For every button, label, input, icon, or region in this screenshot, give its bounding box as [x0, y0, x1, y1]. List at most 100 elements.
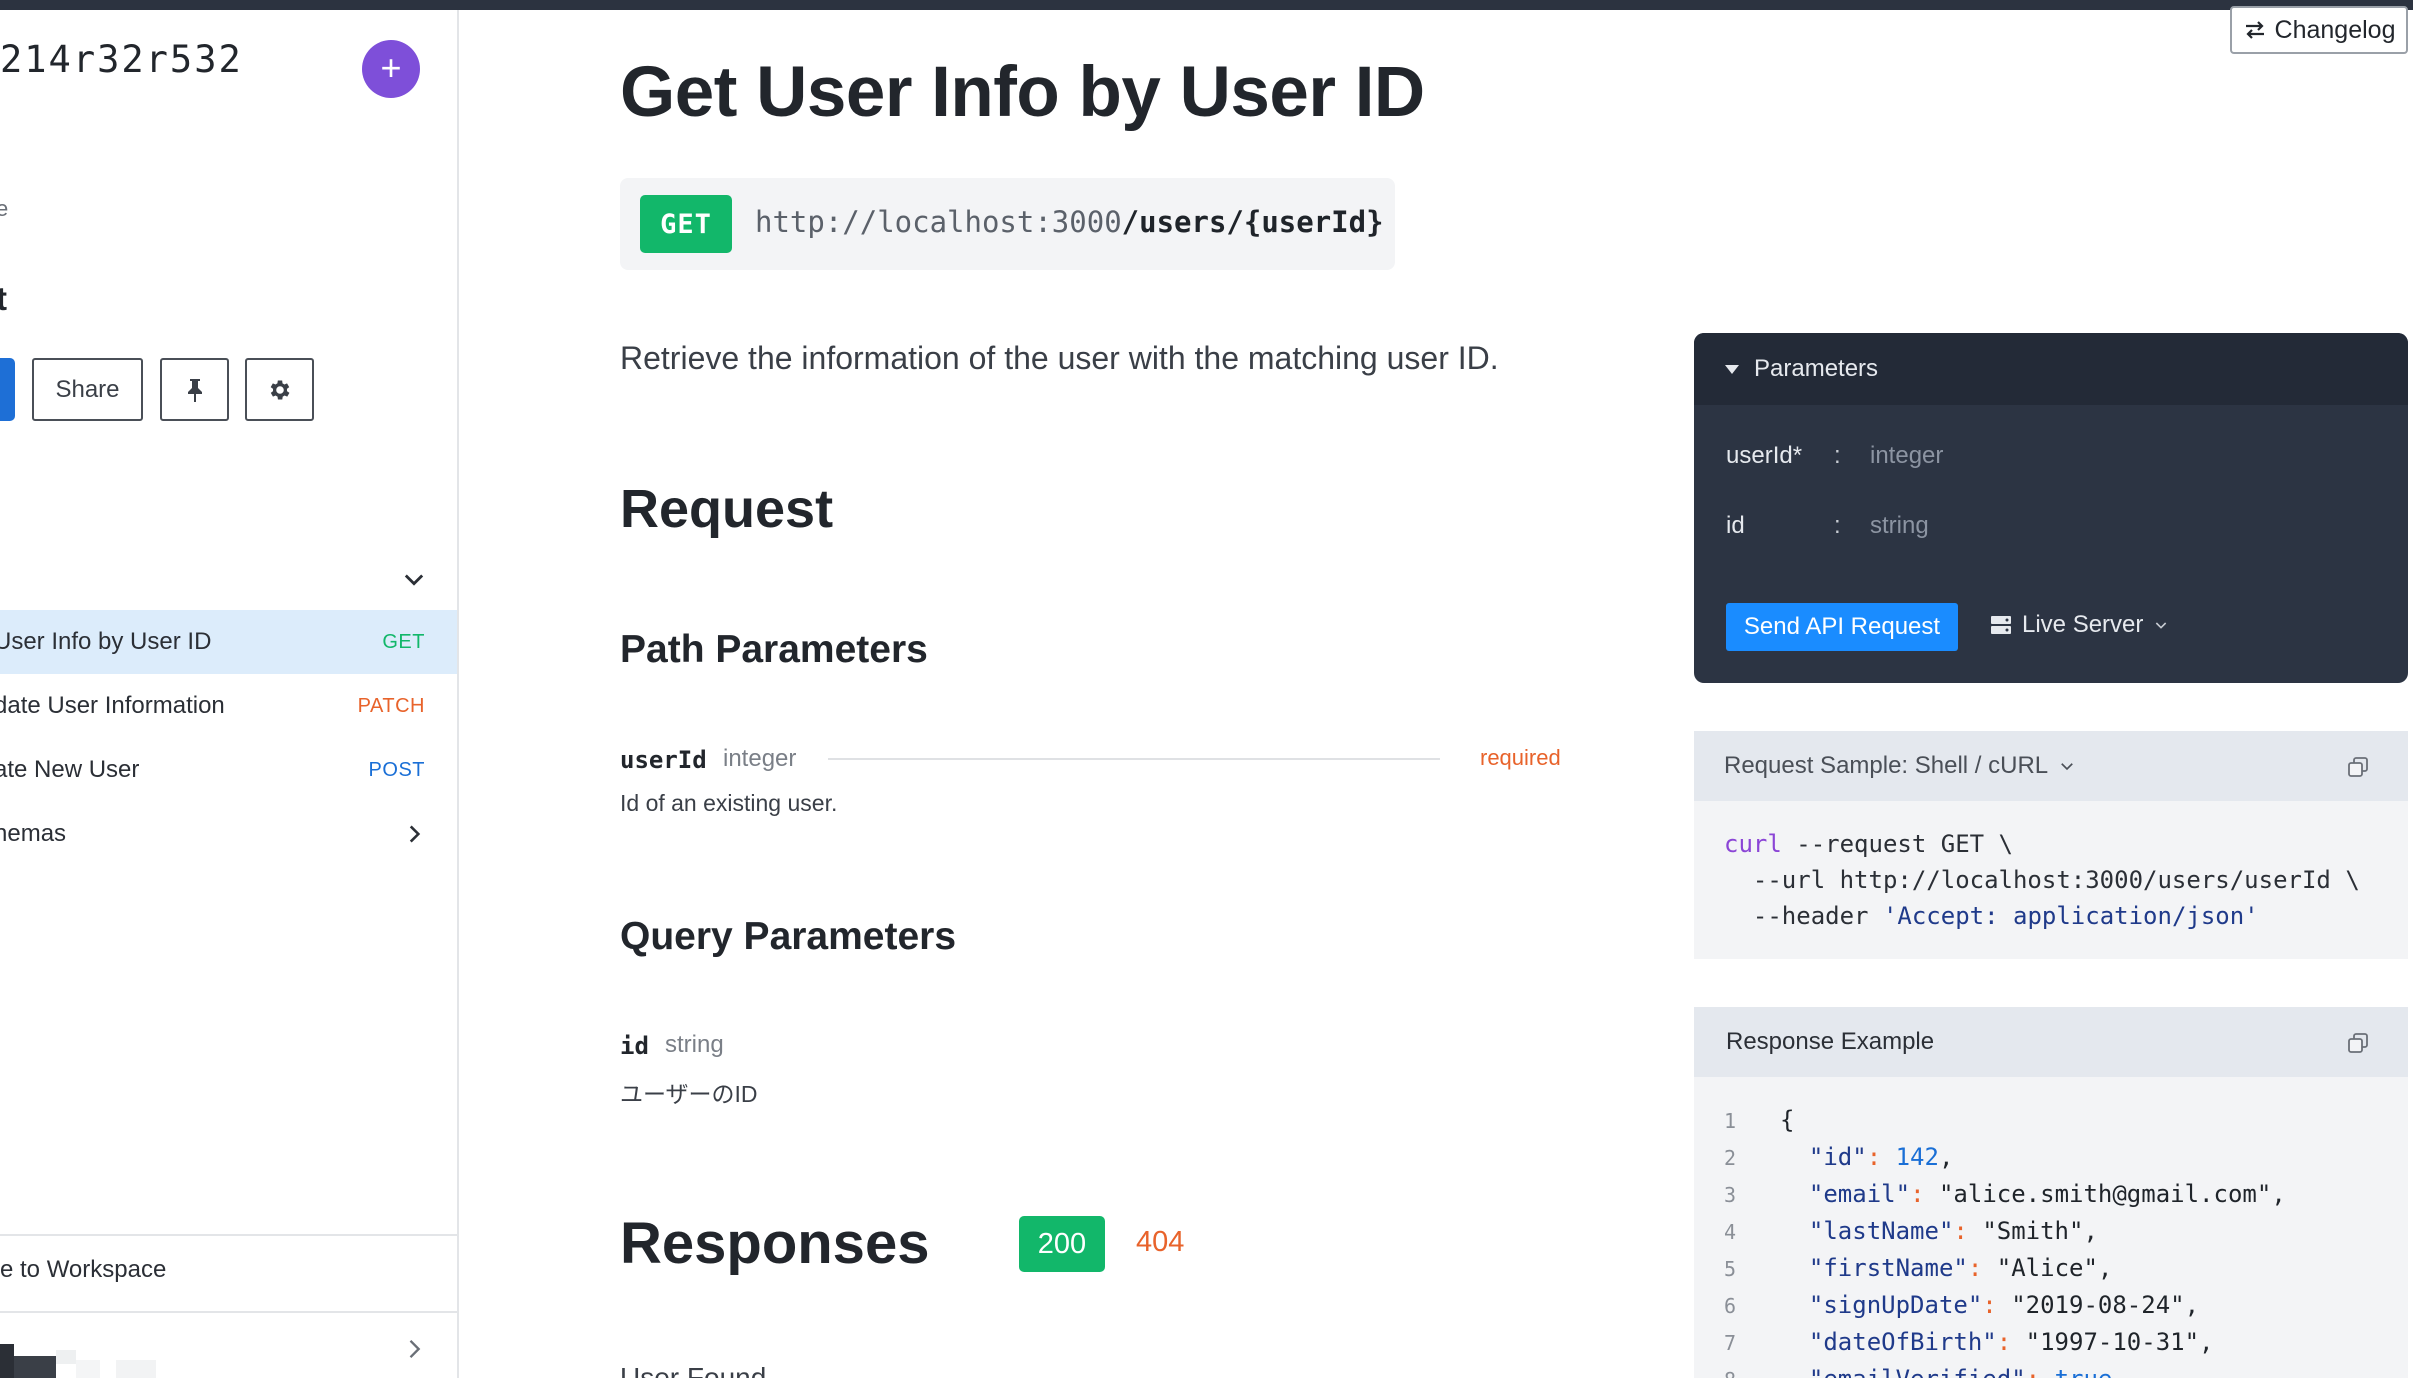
caret-down-icon [1725, 365, 1739, 374]
avatar[interactable] [0, 1330, 160, 1378]
chevron-down-icon [2061, 763, 2073, 771]
response-example-title: Response Example [1726, 1028, 1935, 1055]
back-to-workspace-link[interactable]: e to Workspace [0, 1256, 166, 1284]
param-type: string [665, 1031, 724, 1058]
copy-icon[interactable] [2346, 755, 2370, 779]
request-sample-header[interactable]: Request Sample: Shell / cURL [1694, 731, 2408, 801]
chevron-right-icon [409, 825, 421, 843]
param-name: userId [620, 746, 707, 774]
json-value: "2019-08-24" [2011, 1291, 2185, 1319]
colon: : [1834, 442, 1841, 469]
param-label: userId* [1726, 442, 1803, 469]
colon: : [1834, 512, 1841, 539]
sidebar-item-label: nemas [0, 820, 67, 847]
send-api-request-button[interactable]: Send API Request [1726, 603, 1958, 651]
json-value: true [2055, 1365, 2113, 1378]
line-number: 6 [1724, 1294, 1737, 1318]
json-value: 142 [1895, 1143, 1939, 1171]
response-tab-404[interactable]: 404 [1136, 1226, 1184, 1259]
line-number: 3 [1724, 1183, 1737, 1207]
chevron-down-icon[interactable] [400, 565, 428, 593]
server-select[interactable]: Live Server [1990, 611, 2169, 639]
sidebar-project-title: t [0, 280, 7, 317]
response-description: User Found [620, 1362, 767, 1378]
copy-icon[interactable] [2346, 1031, 2370, 1055]
param-row-id: id : [1726, 506, 2190, 546]
request-sample-title: Request Sample: Shell / cURL [1724, 752, 2049, 779]
param-label: id [1726, 512, 1745, 539]
changelog-button[interactable]: Changelog [2230, 6, 2408, 54]
sidebar-item-update-user[interactable]: date User Information PATCH [0, 674, 457, 738]
line-number: 1 [1724, 1109, 1737, 1133]
line-number: 5 [1724, 1257, 1737, 1281]
id-input[interactable] [1870, 512, 2190, 540]
json-value: "1997-10-31" [2025, 1328, 2200, 1356]
server-label: Live Server [2022, 611, 2144, 638]
method-badge: PATCH [357, 694, 425, 717]
json-value: "Smith" [1982, 1217, 2084, 1245]
sidebar-item-label: date User Information [0, 692, 225, 719]
sidebar-item-create-user[interactable]: ate New User POST [0, 738, 457, 802]
request-heading: Request [620, 479, 834, 539]
code-line: 8 "emailVerified": true [1724, 1361, 2286, 1378]
divider [0, 1234, 457, 1236]
param-name: id [620, 1032, 649, 1060]
share-button[interactable]: Share [32, 358, 143, 421]
page-title: Get User Info by User ID [620, 53, 1425, 132]
sidebar-primary-button[interactable] [0, 358, 15, 421]
line-number: 7 [1724, 1331, 1737, 1355]
share-button-label: Share [55, 375, 120, 403]
json-key: "email" [1808, 1180, 1911, 1208]
endpoint-path: /users/{userId} [1121, 205, 1384, 239]
endpoint-description: Retrieve the information of the user wit… [620, 340, 1499, 376]
required-badge: required [1480, 745, 1561, 770]
divider [828, 758, 1440, 760]
method-badge: GET [640, 195, 732, 253]
json-value: "Alice" [1996, 1254, 2098, 1282]
top-bar [0, 0, 2413, 10]
line-number: 2 [1724, 1146, 1737, 1170]
swap-icon [2245, 21, 2264, 39]
response-tab-200[interactable]: 200 [1019, 1216, 1105, 1272]
settings-button[interactable] [245, 358, 314, 421]
parameters-header[interactable]: Parameters [1694, 333, 2408, 405]
server-icon [1991, 616, 2011, 634]
userid-input[interactable] [1870, 442, 2190, 470]
json-key: "lastName" [1808, 1217, 1954, 1245]
code-line: 2 "id": 142, [1724, 1139, 2286, 1176]
query-parameters-heading: Query Parameters [620, 915, 957, 958]
json-key: "dateOfBirth" [1808, 1328, 1997, 1356]
method-badge: POST [368, 758, 425, 781]
add-button[interactable]: + [362, 40, 420, 98]
response-example-header: Response Example [1694, 1007, 2408, 1077]
code-line: --header 'Accept: application/json' [1724, 902, 2259, 930]
endpoint-host: http://localhost:3000 [755, 205, 1122, 239]
sidebar-item-label: User Info by User ID [0, 628, 212, 655]
json-key: "firstName" [1808, 1254, 1968, 1282]
parameters-header-label: Parameters [1754, 355, 1879, 382]
divider [0, 1311, 457, 1313]
method-badge: GET [382, 630, 425, 653]
pin-icon [187, 378, 202, 402]
json-value: "alice.smith@gmail.com" [1938, 1180, 2272, 1208]
workspace-name: 214r32r532 [0, 38, 243, 81]
pin-button[interactable] [160, 358, 229, 421]
param-description: ユーザーのID [620, 1081, 758, 1107]
code-line: 1{ [1724, 1102, 2286, 1139]
param-description: Id of an existing user. [620, 790, 838, 816]
response-code-block[interactable]: 1{2 "id": 142, 3 "email": "alice.smith@gm… [1724, 1102, 2286, 1378]
line-number: 4 [1724, 1220, 1737, 1244]
code-line: 6 "signUpDate": "2019-08-24", [1724, 1287, 2286, 1324]
sidebar-item-get-user-info[interactable]: User Info by User ID GET [0, 610, 457, 674]
json-key: "signUpDate" [1808, 1291, 1983, 1319]
code-line: curl --request GET \ [1724, 830, 2013, 858]
json-key: "emailVerified" [1809, 1365, 2026, 1378]
curl-code-block[interactable]: curl --request GET \ --url http://localh… [1724, 826, 2360, 934]
param-type: integer [723, 745, 797, 772]
sidebar-subtitle: e [0, 196, 9, 221]
chevron-right-icon[interactable] [400, 1335, 428, 1363]
sidebar-item-label: ate New User [0, 756, 140, 783]
line-number: 8 [1724, 1362, 1780, 1378]
sidebar-item-schemas[interactable]: nemas [0, 802, 457, 866]
endpoint-url[interactable]: http://localhost:3000/users/{userId} [755, 205, 1384, 239]
